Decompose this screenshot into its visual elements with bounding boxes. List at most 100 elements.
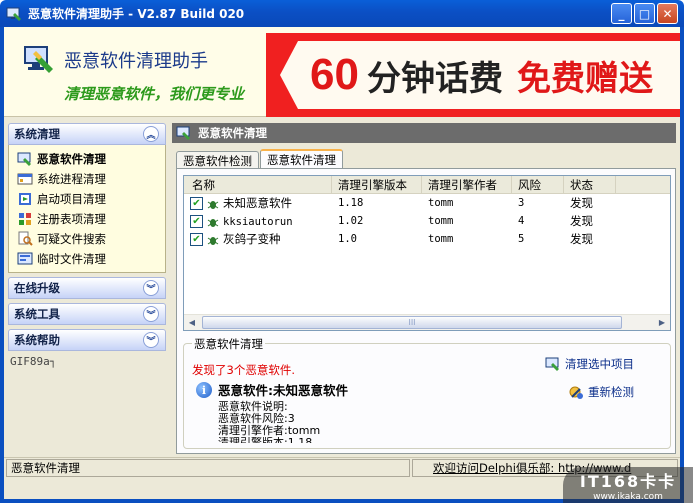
detail-line: 清理引擎作者:tomm (218, 424, 321, 437)
rescan-icon (569, 386, 583, 399)
startup-icon (19, 193, 31, 205)
clean-selected-icon (545, 357, 559, 371)
detail-line: 清理引擎版本:1.18 (196, 437, 496, 443)
found-count-text: 发现了3个恶意软件. (192, 363, 295, 377)
bug-icon (207, 236, 219, 245)
banner-free: 免费赠送 (516, 58, 653, 99)
malware-icon (17, 152, 31, 166)
sidebar-item-temp-clean[interactable]: 临时文件清理 (17, 249, 165, 269)
section-title: 系统清理 (14, 127, 60, 141)
column-header-author[interactable]: 清理引擎作者 (422, 176, 512, 193)
row-name: 灰鸽子变种 (223, 232, 281, 246)
banner-number: 60 (310, 50, 359, 99)
row-version: 1.02 (338, 215, 364, 227)
info-icon: i (196, 382, 212, 398)
malware-icon (176, 126, 190, 140)
sidebar-section-system-clean[interactable]: 系统清理 ︽ (8, 123, 166, 145)
scroll-thumb[interactable]: III (202, 316, 622, 329)
rescan-button[interactable]: 重新检测 (568, 384, 634, 400)
row-author: tomm (428, 215, 454, 227)
groupbox-title: 恶意软件清理 (192, 336, 265, 352)
app-name: 恶意软件清理助手 (64, 51, 208, 72)
section-title: 在线升级 (14, 281, 60, 295)
row-status: 发现 (570, 232, 593, 246)
sidebar-item-label: 系统进程清理 (37, 172, 106, 186)
table-row[interactable]: ✔ 未知恶意软件 1.18 tomm 3 发现 (184, 194, 670, 212)
detail-title: 恶意软件:未知恶意软件 (218, 383, 348, 398)
row-risk: 4 (518, 215, 525, 227)
column-header-version[interactable]: 清理引擎版本 (332, 176, 422, 193)
sidebar: 系统清理 ︽ 恶意软件清理 系统进程清理 启动项目清理 注册表项清理 可疑文件搜… (8, 123, 166, 453)
tab-bar: 恶意软件检测 恶意软件清理 (176, 149, 344, 169)
row-author: tomm (428, 233, 454, 245)
row-version: 1.0 (338, 233, 357, 245)
app-icon (6, 7, 21, 21)
watermark-url: www.ikaka.com (593, 492, 663, 502)
table-row[interactable]: ✔ kksiautorun 1.02 tomm 4 发现 (184, 212, 670, 230)
scroll-right-button[interactable]: ▶ (654, 315, 670, 331)
sidebar-item-label: 临时文件清理 (37, 252, 106, 266)
column-header-name[interactable]: 名称 (184, 176, 332, 193)
row-version: 1.18 (338, 197, 364, 209)
registry-icon (19, 213, 31, 225)
sidebar-section-system-tools[interactable]: 系统工具 ︾ (8, 303, 166, 325)
search-file-icon (18, 231, 33, 246)
chevron-down-icon[interactable]: ︾ (143, 280, 159, 296)
row-risk: 5 (518, 233, 525, 245)
bug-icon (207, 218, 219, 227)
malware-list[interactable]: 名称 清理引擎版本 清理引擎作者 风险 状态 ✔ 未知恶意软件 1.18 tomm… (183, 175, 671, 331)
chevron-down-icon[interactable]: ︾ (143, 332, 159, 348)
watermark: IT168卡卡 www.ikaka.com (563, 467, 693, 503)
page-title: 恶意软件清理 (198, 126, 267, 140)
main-panel-header: 恶意软件清理 (172, 123, 676, 143)
rescan-label: 重新检测 (588, 385, 634, 399)
row-status: 发现 (570, 214, 593, 228)
sidebar-section-online-update[interactable]: 在线升级 ︾ (8, 277, 166, 299)
sidebar-section-body: 恶意软件清理 系统进程清理 启动项目清理 注册表项清理 可疑文件搜索 临时文件清… (8, 145, 166, 273)
tab-panel: 名称 清理引擎版本 清理引擎作者 风险 状态 ✔ 未知恶意软件 1.18 tomm… (176, 168, 676, 454)
bug-icon (207, 200, 219, 209)
window-title: 恶意软件清理助手 - V2.87 Build 020 (28, 7, 245, 21)
row-checkbox[interactable]: ✔ (190, 233, 203, 246)
section-title: 系统帮助 (14, 333, 60, 347)
column-header-status[interactable]: 状态 (564, 176, 616, 193)
header: 恶意软件清理助手 清理恶意软件，我们更专业 60 分钟话费 免费赠送 (4, 27, 680, 117)
ad-banner[interactable]: 60 分钟话费 免费赠送 (266, 33, 680, 117)
watermark-title: IT168卡卡 (579, 472, 677, 491)
temp-file-icon (17, 252, 33, 265)
tab-malware-clean[interactable]: 恶意软件清理 (260, 149, 343, 169)
chevron-down-icon[interactable]: ︾ (143, 306, 159, 322)
status-text: 恶意软件清理 (6, 458, 410, 477)
chevron-up-icon[interactable]: ︽ (143, 126, 159, 142)
window-frame: 恶意软件清理助手 清理恶意软件，我们更专业 60 分钟话费 免费赠送 系统清理 … (0, 27, 684, 503)
sidebar-item-malware-clean[interactable]: 恶意软件清理 (17, 149, 165, 169)
logo-icon (24, 46, 53, 73)
row-risk: 3 (518, 197, 525, 209)
sidebar-item-startup-clean[interactable]: 启动项目清理 (17, 189, 165, 209)
sidebar-item-suspicious-search[interactable]: 可疑文件搜索 (17, 229, 165, 249)
list-header: 名称 清理引擎版本 清理引擎作者 风险 状态 (184, 176, 670, 194)
row-author: tomm (428, 197, 454, 209)
clean-groupbox: 恶意软件清理 发现了3个恶意软件. i 恶意软件:未知恶意软件 恶意软件说明: … (183, 336, 671, 449)
row-checkbox[interactable]: ✔ (190, 197, 203, 210)
close-button[interactable]: ✕ (657, 3, 678, 24)
sidebar-item-registry-clean[interactable]: 注册表项清理 (17, 209, 165, 229)
column-header-risk[interactable]: 风险 (512, 176, 564, 193)
sidebar-footer-label: GIF89a┐ (10, 355, 57, 368)
sidebar-section-system-help[interactable]: 系统帮助 ︾ (8, 329, 166, 351)
row-checkbox[interactable]: ✔ (190, 215, 203, 228)
title-bar[interactable]: 恶意软件清理助手 - V2.87 Build 020 _ □ ✕ (0, 0, 684, 27)
clean-selected-button[interactable]: 清理选中项目 (545, 356, 634, 372)
tab-malware-detect[interactable]: 恶意软件检测 (176, 151, 259, 169)
slogan: 清理恶意软件，我们更专业 (64, 85, 245, 103)
horizontal-scrollbar[interactable]: ◀ III ▶ (184, 314, 670, 330)
maximize-button[interactable]: □ (634, 3, 655, 24)
minimize-button[interactable]: _ (611, 3, 632, 24)
sidebar-item-label: 启动项目清理 (37, 192, 106, 206)
table-row[interactable]: ✔ 灰鸽子变种 1.0 tomm 5 发现 (184, 230, 670, 248)
sidebar-item-label: 可疑文件搜索 (37, 232, 106, 246)
scroll-left-button[interactable]: ◀ (184, 315, 200, 331)
detail-panel: i 恶意软件:未知恶意软件 恶意软件说明: 恶意软件风险:3 清理引擎作者:to… (196, 380, 496, 443)
banner-text: 分钟话费 (366, 58, 503, 99)
sidebar-item-process-clean[interactable]: 系统进程清理 (17, 169, 165, 189)
